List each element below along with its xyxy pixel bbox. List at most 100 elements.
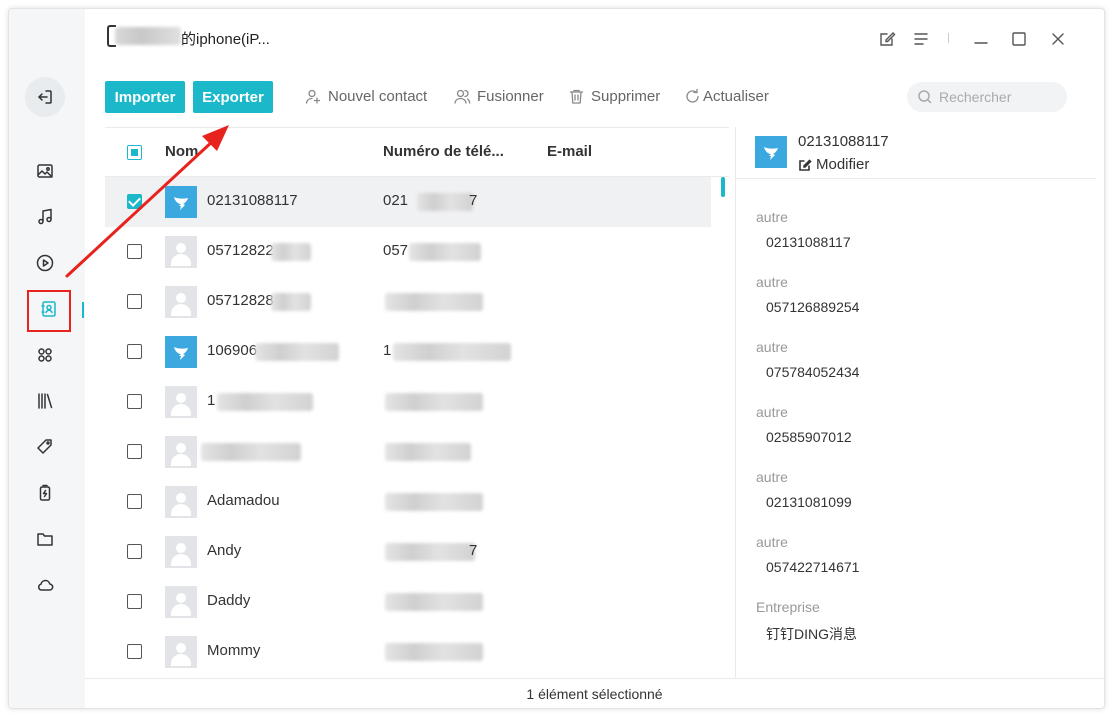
row-checkbox[interactable]: [127, 294, 142, 309]
contact-name: Andy: [207, 542, 242, 559]
field-value: 075784052434: [766, 364, 860, 380]
menu-button[interactable]: [911, 29, 931, 49]
contact-phone: 057: [383, 242, 409, 259]
redacted-phone: [417, 193, 473, 211]
annotation-highlight-box: [27, 290, 71, 332]
close-button[interactable]: [1048, 29, 1068, 49]
redacted-name: [271, 243, 311, 261]
back-icon: [38, 90, 52, 104]
maximize-button[interactable]: [1009, 29, 1029, 49]
import-button[interactable]: Importer: [105, 81, 185, 113]
back-button[interactable]: [25, 77, 65, 117]
music-icon: [38, 208, 52, 225]
row-checkbox[interactable]: [127, 194, 142, 209]
contact-name: 1: [207, 392, 216, 409]
contact-row[interactable]: 106906 1: [105, 327, 711, 377]
contact-row[interactable]: 1: [105, 377, 711, 427]
edit-note-icon: [880, 32, 896, 46]
minimize-icon: [974, 42, 988, 44]
toolbar: Importer Exporter Nouvel contact Fusionn…: [105, 81, 1104, 115]
row-checkbox[interactable]: [127, 244, 142, 259]
sidebar-item-photos[interactable]: [27, 153, 63, 189]
sidebar-item-files[interactable]: [27, 521, 63, 557]
row-checkbox[interactable]: [127, 544, 142, 559]
sidebar-item-music[interactable]: [27, 199, 63, 235]
sidebar-item-ringtones[interactable]: [27, 429, 63, 465]
redacted-phone: [385, 593, 483, 611]
contact-name: Adamadou: [207, 492, 280, 509]
field-label: autre: [756, 209, 788, 225]
row-checkbox[interactable]: [127, 594, 142, 609]
app-window: 的iphone(iP... Importer Exporter Nouvel c…: [8, 8, 1105, 709]
redacted-phone: [385, 443, 471, 461]
contact-row[interactable]: Andy 7: [105, 527, 711, 577]
feedback-button[interactable]: [877, 29, 897, 49]
active-indicator: [82, 302, 84, 318]
sidebar-item-books[interactable]: [27, 383, 63, 419]
merge-contacts-icon: [454, 89, 471, 104]
search-box[interactable]: [907, 82, 1067, 112]
field-value: 057422714671: [766, 559, 860, 575]
redacted-phone: [393, 343, 511, 361]
column-header-phone[interactable]: Numéro de télé...: [383, 143, 504, 160]
refresh-button[interactable]: Actualiser: [684, 88, 769, 105]
field-value: 057126889254: [766, 299, 860, 315]
row-checkbox[interactable]: [127, 344, 142, 359]
search-input[interactable]: [939, 89, 1059, 105]
column-header-name[interactable]: Nom: [165, 143, 198, 160]
column-header-email[interactable]: E-mail: [547, 143, 592, 160]
select-all-checkbox[interactable]: [127, 145, 142, 160]
field-value: 02585907012: [766, 429, 852, 445]
row-checkbox[interactable]: [127, 444, 142, 459]
sidebar-item-battery[interactable]: [27, 475, 63, 511]
default-avatar-icon: [165, 636, 197, 668]
field-label: autre: [756, 274, 788, 290]
contact-row[interactable]: 05712828: [105, 277, 711, 327]
dingtalk-logo-icon: [174, 197, 188, 210]
contact-row[interactable]: [105, 427, 711, 477]
contact-row[interactable]: Mommy: [105, 627, 711, 677]
contact-avatar: [165, 336, 197, 368]
default-avatar-icon: [165, 586, 197, 618]
contact-name: 05712828: [207, 292, 274, 309]
redacted-phone: [385, 493, 483, 511]
row-checkbox[interactable]: [127, 494, 142, 509]
ringtone-icon: [37, 439, 52, 454]
export-button[interactable]: Exporter: [193, 81, 273, 113]
add-person-icon: [305, 89, 321, 104]
redacted-phone: [385, 643, 483, 661]
contact-phone-tail: 7: [469, 542, 478, 559]
row-checkbox[interactable]: [127, 644, 142, 659]
field-label: Entreprise: [756, 599, 820, 615]
apps-icon: [38, 348, 52, 362]
new-contact-label: Nouvel contact: [328, 88, 428, 105]
contact-avatar: [755, 136, 787, 168]
contact-list: Nom Numéro de télé... E-mail 02131088117…: [105, 127, 729, 679]
contact-row[interactable]: 02131088117 021 7: [105, 177, 711, 227]
edit-contact-button[interactable]: Modifier: [798, 156, 869, 173]
sidebar-item-videos[interactable]: [27, 245, 63, 281]
selection-status: 1 élément sélectionné: [526, 685, 663, 702]
delete-button[interactable]: Supprimer: [568, 88, 660, 105]
refresh-icon: [686, 88, 699, 103]
redacted-phone: [385, 543, 475, 561]
contact-phone: 1: [383, 342, 392, 359]
contact-row[interactable]: 05712822 057: [105, 227, 711, 277]
status-bar: 1 élément sélectionné: [85, 678, 1104, 708]
sidebar-item-apps[interactable]: [27, 337, 63, 373]
list-scrollbar[interactable]: [721, 177, 725, 197]
redacted-phone: [409, 243, 481, 261]
dingtalk-logo-icon: [764, 147, 778, 160]
refresh-label: Actualiser: [703, 88, 769, 105]
new-contact-button[interactable]: Nouvel contact: [305, 88, 427, 105]
detail-header: 02131088117 Modifier: [736, 127, 1096, 179]
device-name[interactable]: 的iphone(iP...: [181, 28, 270, 49]
row-checkbox[interactable]: [127, 394, 142, 409]
sidebar-item-cloud[interactable]: [27, 567, 63, 603]
field-value: 钉钉DING消息: [766, 626, 857, 642]
merge-button[interactable]: Fusionner: [454, 88, 544, 105]
maximize-icon: [1012, 32, 1026, 46]
contact-row[interactable]: Daddy: [105, 577, 711, 627]
minimize-button[interactable]: [971, 29, 991, 49]
contact-row[interactable]: Adamadou: [105, 477, 711, 527]
